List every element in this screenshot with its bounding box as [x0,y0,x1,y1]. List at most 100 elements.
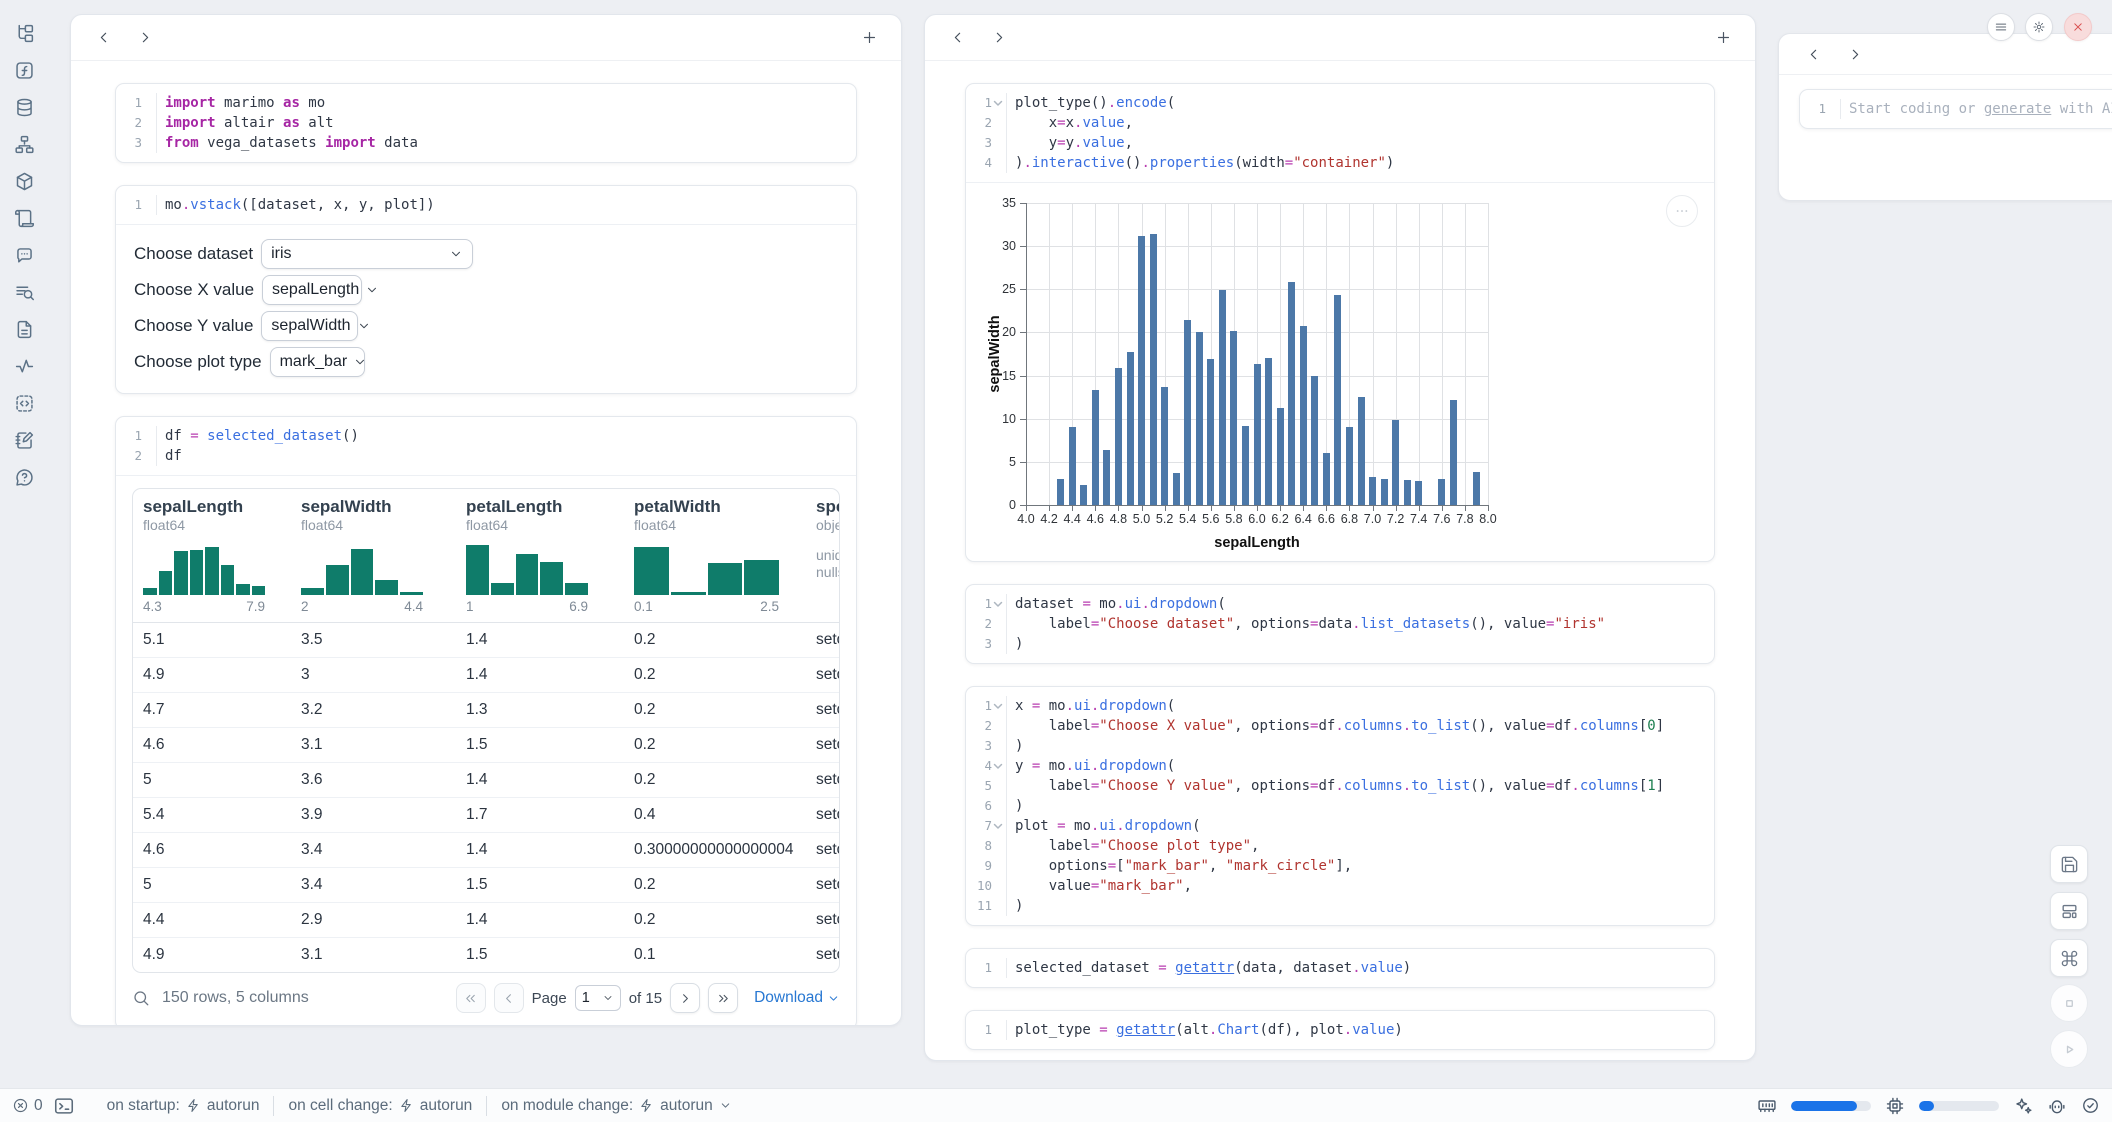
keyboard-shortcuts-button[interactable] [2050,939,2088,977]
sidebar-item-notes[interactable] [10,426,38,454]
chart-bar [1323,453,1330,505]
y-value-label: Choose Y value [134,316,253,336]
table-cell: 3.5 [291,631,456,649]
save-button[interactable] [2050,845,2088,883]
column-header-sepalWidth[interactable]: sepalWidthfloat64 24.4 [291,489,456,622]
chart-bar [1450,400,1457,505]
sidebar-item-tracing[interactable] [10,352,38,380]
table-cell: 4.9 [133,946,291,964]
fold-toggle[interactable] [992,816,1004,836]
app-layout-button[interactable] [2050,892,2088,930]
line-number: 8 [966,836,992,856]
column-min: 1 [466,599,474,614]
code-editor[interactable]: 1mo.vstack([dataset, x, y, plot]) [116,186,856,224]
fold-toggle [992,796,1004,816]
cell-xy-plot-dropdowns: 1x = mo.ui.dropdown(2 label="Choose X va… [965,686,1715,926]
line-number: 6 [966,796,992,816]
scroll-left-button[interactable] [93,28,113,48]
notes-icon [14,430,35,451]
scroll-right-button[interactable] [989,28,1009,48]
sidebar-item-logs[interactable] [10,278,38,306]
code-editor[interactable]: 1import marimo as mo2import altair as al… [116,84,856,162]
dataset-label: Choose dataset [134,244,253,264]
code-editor[interactable]: 1 Start coding or generate with AI [1800,90,2112,128]
scroll-left-button[interactable] [1803,44,1823,64]
runtime-on-cell-change[interactable]: on cell change:autorun [274,1097,486,1115]
sidebar-item-chat[interactable] [10,241,38,269]
runtime-on-startup[interactable]: on startup:autorun [93,1097,274,1115]
chart-menu-button[interactable] [1666,195,1698,227]
fold-toggle[interactable] [992,594,1004,614]
sidebar [0,0,48,1088]
table-cell: 0.2 [624,771,806,789]
connection-status-icon[interactable] [2081,1096,2100,1115]
menu-icon [1994,20,2008,34]
sidebar-item-functions[interactable] [10,56,38,84]
code-line: 3from vega_datasets import data [116,133,848,153]
command-icon [2060,949,2079,968]
sidebar-item-help[interactable] [10,463,38,491]
add-column-button[interactable] [1713,28,1733,48]
column-header-petalWidth[interactable]: petalWidthfloat64 0.12.5 [624,489,806,622]
code-line: 1selected_dataset = getattr(data, datase… [966,958,1706,978]
page-select[interactable]: 1 [575,985,621,1011]
column-header-sepalLength[interactable]: sepalLengthfloat64 4.37.9 [133,489,291,622]
scroll-right-button[interactable] [135,28,155,48]
table-cell: 1.3 [456,701,624,719]
sidebar-item-dependencies[interactable] [10,130,38,158]
code-editor[interactable]: 1plot_type().encode(2 x=x.value,3 y=y.va… [966,84,1714,182]
code-editor[interactable]: 1df = selected_dataset()2df [116,417,856,475]
code-editor[interactable]: 1dataset = mo.ui.dropdown(2 label="Choos… [966,585,1714,663]
fold-toggle[interactable] [992,756,1004,776]
add-column-button[interactable] [859,28,879,48]
menu-button[interactable] [1987,13,2015,41]
settings-button[interactable] [2025,13,2053,41]
sidebar-item-file-tree[interactable] [10,19,38,47]
last-page-button[interactable] [708,983,738,1013]
x-value-select[interactable]: sepalLength [262,275,362,305]
run-all-button[interactable] [2050,1030,2088,1068]
terminal-button[interactable] [53,1095,75,1117]
dataset-select[interactable]: iris [261,239,473,269]
x-tick-label: 8.0 [1473,512,1503,526]
chart-bar [1254,364,1261,506]
table-search-button[interactable] [132,989,150,1007]
y-value-select[interactable]: sepalWidth [261,311,358,341]
x-value-value: sepalLength [272,281,359,299]
scroll-right-button[interactable] [1845,44,1865,64]
scroll-left-button[interactable] [947,28,967,48]
sidebar-item-snippets[interactable] [10,204,38,232]
code-editor[interactable]: 1selected_dataset = getattr(data, datase… [966,949,1714,987]
table-cell: 1.4 [456,911,624,929]
column-header-petalLength[interactable]: petalLengthfloat64 16.9 [456,489,624,622]
generate-with-ai-link[interactable]: generate [1984,101,2051,117]
first-page-button[interactable] [456,983,486,1013]
column-stats: unique:nulls: [816,547,840,581]
table-cell: setosa [806,631,840,649]
plot-type-select[interactable]: mark_bar [270,347,365,377]
copilot-button[interactable] [2047,1096,2067,1116]
errors-indicator[interactable]: 0 [12,1097,43,1115]
code-editor[interactable]: 1x = mo.ui.dropdown(2 label="Choose X va… [966,687,1714,925]
stop-kernel-button[interactable] [2050,984,2088,1022]
sidebar-item-packages[interactable] [10,167,38,195]
fold-toggle [992,958,1004,978]
download-button[interactable]: Download [754,989,840,1007]
column-header-species[interactable]: speciesobjectunique:nulls: [806,489,840,622]
fold-toggle[interactable] [992,93,1004,113]
column-name: petalLength [466,497,624,516]
prev-page-button[interactable] [494,983,524,1013]
sidebar-item-documentation[interactable] [10,315,38,343]
next-page-button[interactable] [670,983,700,1013]
table-cell: 1.5 [456,946,624,964]
runtime-on-module-change[interactable]: on module change:autorun [487,1097,745,1115]
shutdown-button[interactable] [2064,13,2092,41]
fold-toggle[interactable] [992,696,1004,716]
sidebar-item-scratchpad[interactable] [10,389,38,417]
chevron-right-icon [137,29,154,46]
ai-assistant-button[interactable] [2013,1096,2033,1116]
code-line: 10 value="mark_bar", [966,876,1706,896]
sidebar-item-database[interactable] [10,93,38,121]
chart-bar [1230,331,1237,505]
code-editor[interactable]: 1plot_type = getattr(alt.Chart(df), plot… [966,1011,1714,1049]
